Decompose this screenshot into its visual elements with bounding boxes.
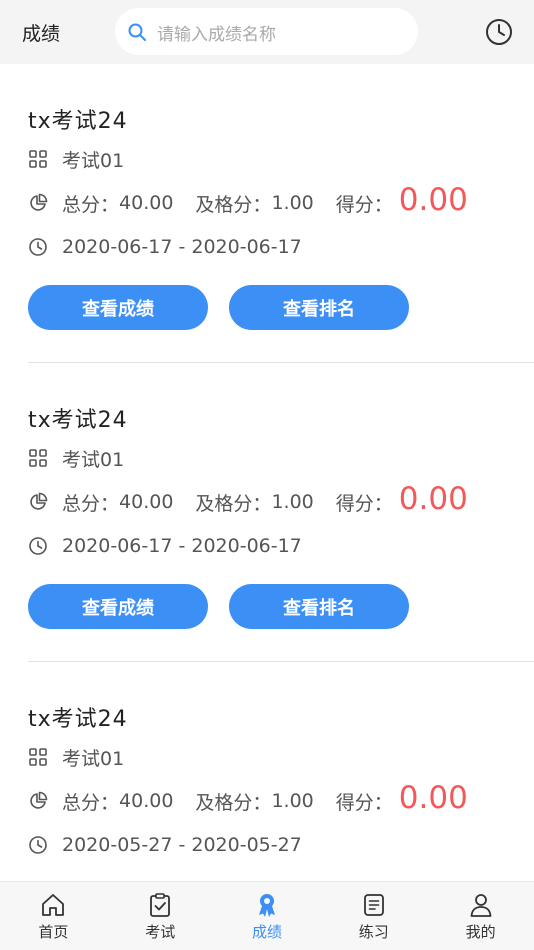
score-value: 0.00 [398, 182, 468, 218]
history-clock-icon[interactable] [484, 17, 514, 47]
total-label: 总分： [62, 193, 120, 216]
pie-chart-icon [30, 791, 48, 809]
pie-chart-icon [30, 492, 48, 510]
user-icon [470, 894, 491, 917]
date-range: 2020-05-27 - 2020-05-27 [62, 834, 302, 856]
clock-icon [29, 836, 47, 854]
grid-icon [29, 748, 47, 766]
tab-label: 练习 [358, 923, 389, 941]
home-icon [42, 894, 65, 916]
pass-value: 1.00 [271, 491, 314, 513]
score-card: tx考试24 考试01 总分： 40.00 及格分： 1.00 得分： 0.00… [0, 65, 534, 363]
category-row: 考试01 [28, 446, 125, 471]
score-row: 总分： 40.00 及格分： 1.00 得分： 0.00 [28, 481, 468, 517]
exam-name: tx考试24 [28, 707, 128, 732]
exam-clipboard-icon [150, 893, 171, 917]
pass-label: 及格分： [195, 492, 272, 515]
exam-name: tx考试24 [28, 109, 128, 134]
total-label: 总分： [62, 492, 120, 515]
page-title: 成绩 [22, 23, 61, 45]
date-row: 2020-06-17 - 2020-06-17 [28, 534, 302, 558]
bottom-tab-bar: 首页 考试 成绩 练习 我的 [0, 881, 534, 950]
view-rank-button[interactable]: 查看排名 [229, 285, 409, 330]
tab-label: 成绩 [251, 923, 282, 941]
grid-icon [29, 449, 47, 467]
tab-practice[interactable]: 练习 [320, 882, 427, 950]
search-icon [128, 23, 146, 41]
score-value: 0.00 [398, 780, 468, 816]
divider [28, 661, 534, 662]
category-label: 考试01 [62, 149, 125, 172]
score-label: 得分： [335, 492, 393, 515]
pass-value: 1.00 [271, 790, 314, 812]
score-row: 总分： 40.00 及格分： 1.00 得分： 0.00 [28, 182, 468, 218]
category-label: 考试01 [62, 448, 125, 471]
exam-name: tx考试24 [28, 408, 128, 433]
pass-label: 及格分： [195, 193, 272, 216]
view-score-button[interactable]: 查看成绩 [28, 285, 208, 330]
search-input[interactable]: 请输入成绩名称 [115, 8, 418, 55]
tab-label: 首页 [38, 923, 69, 941]
divider [28, 362, 534, 363]
top-bar: 成绩 请输入成绩名称 [0, 0, 534, 64]
date-range: 2020-06-17 - 2020-06-17 [62, 535, 302, 557]
practice-doc-icon [363, 894, 384, 916]
tab-score[interactable]: 成绩 [214, 882, 321, 950]
clock-icon [29, 238, 47, 256]
total-label: 总分： [62, 791, 120, 814]
clock-icon [29, 537, 47, 555]
total-value: 40.00 [119, 790, 174, 812]
tab-label: 我的 [465, 923, 496, 941]
pass-label: 及格分： [195, 791, 272, 814]
date-row: 2020-05-27 - 2020-05-27 [28, 833, 302, 857]
award-ribbon-icon [258, 894, 275, 917]
tab-label: 考试 [145, 923, 176, 941]
tab-mine[interactable]: 我的 [427, 882, 534, 950]
pass-value: 1.00 [271, 192, 314, 214]
score-row: 总分： 40.00 及格分： 1.00 得分： 0.00 [28, 780, 468, 816]
date-row: 2020-06-17 - 2020-06-17 [28, 235, 302, 259]
tab-home[interactable]: 首页 [0, 882, 107, 950]
score-label: 得分： [335, 791, 393, 814]
date-range: 2020-06-17 - 2020-06-17 [62, 236, 302, 258]
total-value: 40.00 [119, 192, 174, 214]
tab-exam[interactable]: 考试 [107, 882, 214, 950]
category-row: 考试01 [28, 147, 125, 172]
view-score-button[interactable]: 查看成绩 [28, 584, 208, 629]
category-label: 考试01 [62, 747, 125, 770]
score-label: 得分： [335, 193, 393, 216]
score-card: tx考试24 考试01 总分： 40.00 及格分： 1.00 得分： 0.00… [0, 364, 534, 662]
view-rank-button[interactable]: 查看排名 [229, 584, 409, 629]
total-value: 40.00 [119, 491, 174, 513]
grid-icon [29, 150, 47, 168]
score-value: 0.00 [398, 481, 468, 517]
search-placeholder: 请输入成绩名称 [157, 25, 276, 45]
pie-chart-icon [30, 193, 48, 211]
category-row: 考试01 [28, 745, 125, 770]
